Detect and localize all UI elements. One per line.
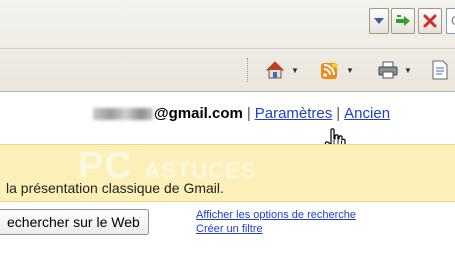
go-button[interactable] — [391, 8, 415, 34]
stop-icon — [423, 14, 437, 28]
address-toolbar: Googl — [0, 8, 455, 42]
banner-message: la présentation classique de Gmail. — [6, 180, 224, 196]
feeds-icon — [321, 61, 339, 79]
gmail-account-bar: @gmail.com | Paramètres | Ancien — [0, 92, 455, 144]
settings-link[interactable]: Paramètres — [255, 105, 333, 122]
notice-banner: PC ASTUCES la présentation classique de … — [0, 144, 455, 202]
search-row: echercher sur le Web Afficher les option… — [0, 205, 455, 245]
browser-search-input[interactable]: Googl — [446, 8, 455, 34]
home-button[interactable]: ▼ — [265, 58, 299, 82]
email-domain: @gmail.com — [154, 105, 243, 122]
go-icon — [396, 15, 410, 26]
print-icon — [378, 61, 398, 79]
command-toolbar: ▼ ▼ ▼ — [0, 52, 455, 88]
home-icon — [265, 61, 285, 79]
separator: | — [246, 105, 251, 122]
stop-button[interactable] — [418, 8, 442, 34]
print-dropdown-icon[interactable]: ▼ — [404, 66, 412, 75]
browser-chrome: Googl ▼ ▼ — [0, 0, 455, 92]
feeds-button[interactable]: ▼ — [320, 58, 354, 82]
older-version-link[interactable]: Ancien — [344, 105, 390, 122]
web-search-button[interactable]: echercher sur le Web — [0, 209, 149, 235]
address-dropdown-button[interactable] — [369, 8, 389, 34]
search-links: Afficher les options de recherche Créer … — [196, 208, 356, 236]
feeds-dropdown-icon[interactable]: ▼ — [346, 66, 354, 75]
dropdown-icon — [374, 18, 384, 24]
obscured-username — [93, 108, 153, 121]
create-filter-link[interactable]: Créer un filtre — [196, 223, 263, 235]
search-options-link[interactable]: Afficher les options de recherche — [196, 209, 356, 221]
page-icon — [432, 60, 448, 80]
home-dropdown-icon[interactable]: ▼ — [291, 66, 299, 75]
toolbar-divider — [0, 48, 455, 49]
account-links: @gmail.com | Paramètres | Ancien — [93, 105, 390, 122]
print-button[interactable]: ▼ — [378, 58, 412, 82]
separator: | — [336, 105, 341, 122]
toolbar-grip[interactable] — [247, 58, 250, 82]
page-button[interactable] — [432, 58, 448, 82]
